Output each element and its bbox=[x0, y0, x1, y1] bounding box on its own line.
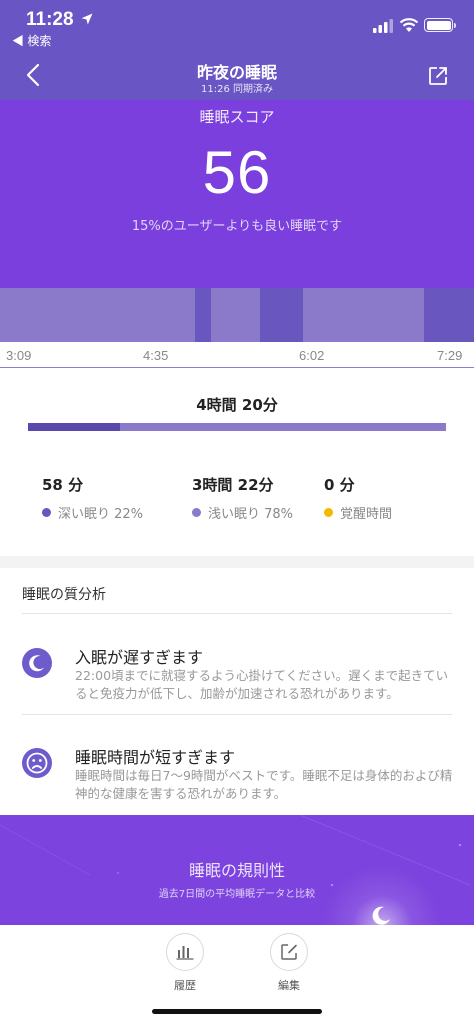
edit-icon bbox=[270, 933, 308, 971]
status-time: 11:28 bbox=[26, 9, 74, 30]
awake-value: 0 分 bbox=[324, 476, 355, 494]
timeline-tick-label: 3:09 bbox=[6, 348, 32, 363]
light-sleep-label: 浅い眠り 78% bbox=[208, 507, 294, 522]
bar-chart-icon bbox=[166, 933, 204, 971]
score-value: 56 bbox=[202, 139, 272, 206]
timeline-tick-label: 6:02 bbox=[299, 348, 325, 363]
sleep-stage-timeline[interactable] bbox=[0, 288, 474, 342]
analysis-section-title: 睡眠の質分析 bbox=[22, 587, 106, 603]
sync-status: 11:26 同期済み bbox=[201, 84, 273, 95]
timeline-axis: 3:09 4:35 6:02 7:29 bbox=[0, 342, 474, 368]
score-label: 睡眠スコア bbox=[199, 108, 275, 126]
divider bbox=[22, 613, 452, 614]
divider bbox=[22, 714, 452, 715]
tab-edit[interactable]: 編集 bbox=[264, 933, 314, 993]
light-sleep-stat: 3時間 22分 浅い眠り 78% bbox=[192, 474, 293, 522]
share-icon[interactable] bbox=[428, 66, 448, 86]
back-to-search-link[interactable]: ◀ 検索 bbox=[12, 32, 51, 49]
deep-sleep-value: 58 分 bbox=[42, 476, 84, 494]
regularity-title: 睡眠の規則性 bbox=[188, 861, 285, 880]
awake-label: 覚醒時間 bbox=[340, 507, 393, 522]
battery-icon bbox=[424, 18, 456, 32]
timeline-tick-label: 7:29 bbox=[437, 348, 463, 363]
wifi-icon bbox=[399, 18, 419, 32]
deep-sleep-label-row: 深い眠り 22% bbox=[42, 503, 143, 522]
timeline-tick-label: 4:35 bbox=[143, 348, 169, 363]
light-sleep-dot bbox=[192, 508, 201, 517]
deep-sleep-dot bbox=[42, 508, 51, 517]
timeline-deep-segment bbox=[195, 288, 211, 342]
awake-label-row: 覚醒時間 bbox=[324, 503, 392, 522]
total-sleep-duration: 4時間 20分 bbox=[196, 396, 278, 414]
light-sleep-label-row: 浅い眠り 78% bbox=[192, 503, 293, 522]
light-sleep-value: 3時間 22分 bbox=[192, 476, 274, 494]
analysis-item-title: 入眠が遅すぎます bbox=[75, 648, 204, 667]
moon-icon bbox=[372, 906, 390, 925]
analysis-item-description: 22:00頃までに就寝するよう心掛けてください。遅くまで起きていると免疫力が低下… bbox=[75, 668, 449, 701]
awake-dot bbox=[324, 508, 333, 517]
sleep-regularity-banner[interactable]: 睡眠の規則性 過去7日間の平均睡眠データと比較 bbox=[0, 815, 474, 925]
cellular-signal-icon bbox=[373, 19, 393, 33]
timeline-deep-segment bbox=[424, 288, 474, 342]
timeline-deep-segment bbox=[260, 288, 303, 342]
deep-sleep-ratio-fill bbox=[28, 423, 120, 431]
deep-sleep-label: 深い眠り 22% bbox=[58, 507, 144, 522]
location-arrow-icon bbox=[81, 13, 93, 25]
sleep-ratio-bar bbox=[28, 423, 446, 431]
status-bar: 11:28 ◀ 検索 bbox=[0, 0, 474, 50]
sad-face-icon bbox=[22, 748, 52, 778]
tab-history[interactable]: 履歴 bbox=[160, 933, 210, 993]
header: 11:28 ◀ 検索 昨夜の睡眠 11:26 同期済み bbox=[0, 0, 474, 100]
moon-icon bbox=[22, 648, 52, 678]
tab-edit-label: 編集 bbox=[278, 979, 300, 992]
analysis-item-description: 睡眠時間は毎日7〜9時間がベストです。睡眠不足は身体的および精神的な健康を害する… bbox=[75, 768, 453, 801]
tab-history-label: 履歴 bbox=[174, 979, 196, 992]
analysis-item-title: 睡眠時間が短すぎます bbox=[75, 748, 236, 767]
deep-sleep-stat: 58 分 深い眠り 22% bbox=[42, 474, 143, 522]
awake-stat: 0 分 覚醒時間 bbox=[324, 474, 392, 522]
section-divider bbox=[0, 556, 474, 568]
sleep-score-panel: 睡眠スコア 56 15%のユーザーよりも良い睡眠です bbox=[0, 100, 474, 288]
home-indicator bbox=[152, 1009, 322, 1014]
score-description: 15%のユーザーよりも良い睡眠です bbox=[131, 219, 343, 234]
regularity-subtitle: 過去7日間の平均睡眠データと比較 bbox=[158, 889, 316, 900]
